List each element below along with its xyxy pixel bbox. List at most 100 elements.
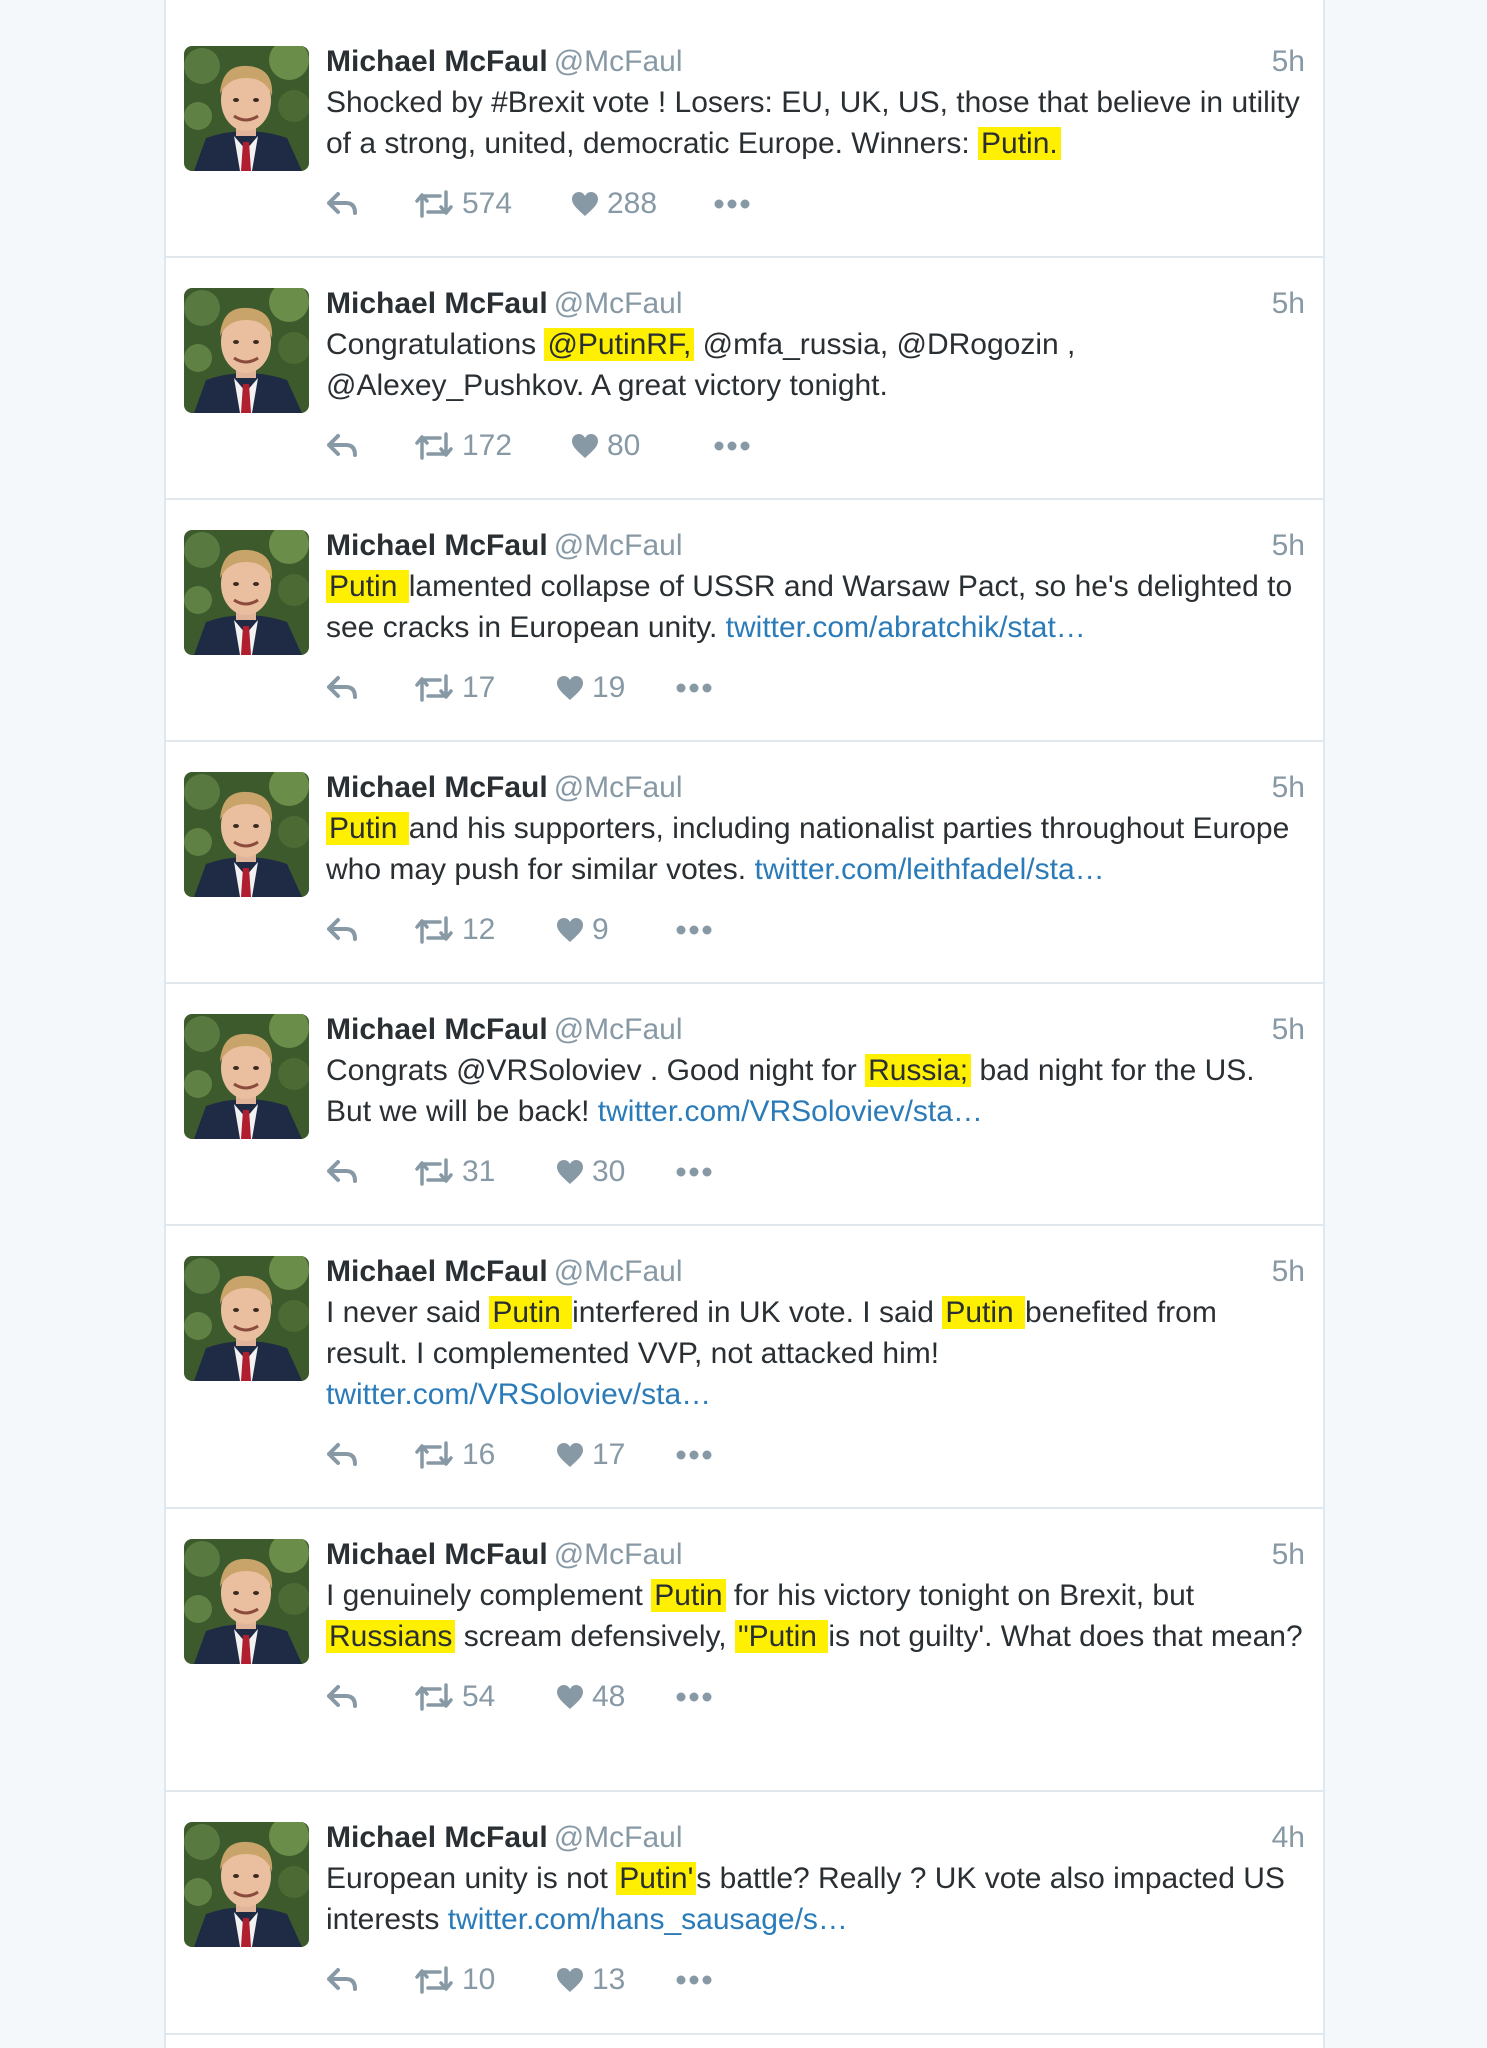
tweet-text-segment: Shocked by #Brexit vote ! Losers: EU, UK… [326,86,1300,160]
more-button[interactable] [676,1152,712,1192]
retweet-button[interactable]: 17 [414,668,495,708]
user-handle[interactable]: @McFaul [554,1538,683,1571]
avatar[interactable] [184,288,309,413]
more-button[interactable] [676,1677,712,1717]
tweet-header: Michael McFaul @McFaul 5h [326,1535,1305,1575]
user-handle[interactable]: @McFaul [554,287,683,320]
tweet-link[interactable]: twitter.com/hans_sausage/s… [448,1903,848,1936]
tweet[interactable]: Michael McFaul @McFaul 5h I genuinely compl… [166,1509,1323,1792]
tweet-header: Michael McFaul @McFaul 5h [326,1252,1305,1292]
more-button[interactable] [714,184,750,224]
more-button[interactable] [714,426,750,466]
more-button[interactable] [676,668,712,708]
tweet-text-segment: Congrats @VRSoloviev . Good night for [326,1054,866,1087]
tweet[interactable]: Michael McFaul @McFaul 5h I never said Puti… [166,1226,1323,1509]
retweet-button[interactable]: 16 [414,1435,495,1475]
reply-button[interactable] [326,668,358,708]
tweet-link[interactable]: twitter.com/VRSoloviev/sta… [326,1378,711,1411]
tweet-link[interactable]: twitter.com/VRSoloviev/sta… [598,1095,983,1128]
timestamp[interactable]: 5h [1272,768,1305,808]
timestamp[interactable]: 4h [1272,1818,1305,1858]
tweet[interactable]: Michael McFaul @McFaul 5h Congrats @VRSolov… [166,984,1323,1226]
like-count: 80 [607,429,641,462]
retweet-count: 54 [462,1680,496,1713]
highlighted-text: Putin. [978,127,1061,160]
like-button[interactable]: 19 [556,668,625,708]
tweet-content: Michael McFaul @McFaul 5h Shocked by #Brexi… [326,42,1305,224]
tweet-link[interactable]: twitter.com/leithfadel/sta… [754,853,1104,886]
like-button[interactable]: 80 [571,426,640,466]
tweet-actions: 31 30 [326,1152,1305,1192]
tweet-text-segment: interfered in UK vote. I said [572,1296,943,1329]
like-button[interactable]: 17 [556,1435,625,1475]
avatar[interactable] [184,46,309,171]
retweet-count: 16 [462,1438,496,1471]
timestamp[interactable]: 5h [1272,284,1305,324]
tweet-text: I genuinely complement Putin for his vic… [326,1575,1305,1657]
retweet-button[interactable]: 172 [414,426,512,466]
user-name[interactable]: Michael McFaul [326,1013,548,1046]
reply-button[interactable] [326,426,358,466]
reply-button[interactable] [326,1435,358,1475]
reply-button[interactable] [326,910,358,950]
retweet-icon [414,190,454,218]
more-button[interactable] [676,910,712,950]
retweet-button[interactable]: 12 [414,910,495,950]
heart-icon [556,675,584,701]
reply-icon [326,1967,358,1993]
tweet-link[interactable]: twitter.com/abratchik/stat… [726,611,1086,644]
like-button[interactable]: 13 [556,1960,625,2000]
avatar[interactable] [184,1539,309,1664]
retweet-button[interactable]: 10 [414,1960,495,2000]
user-handle[interactable]: @McFaul [554,771,683,804]
avatar[interactable] [184,530,309,655]
more-button[interactable] [676,1435,712,1475]
tweet[interactable]: Michael McFaul @McFaul 5h Congratulations @… [166,258,1323,500]
user-handle[interactable]: @McFaul [554,45,683,78]
tweet-header: Michael McFaul @McFaul 5h [326,1010,1305,1050]
tweet-text: Putin and his supporters, including nati… [326,808,1305,890]
retweet-button[interactable]: 574 [414,184,512,224]
user-name[interactable]: Michael McFaul [326,771,548,804]
avatar[interactable] [184,1822,309,1947]
user-handle[interactable]: @McFaul [554,1255,683,1288]
timestamp[interactable]: 5h [1272,42,1305,82]
user-handle[interactable]: @McFaul [554,529,683,562]
reply-button[interactable] [326,1960,358,2000]
retweet-button[interactable]: 31 [414,1152,495,1192]
reply-icon [326,917,358,943]
user-name[interactable]: Michael McFaul [326,1821,548,1854]
user-name[interactable]: Michael McFaul [326,1255,548,1288]
user-name[interactable]: Michael McFaul [326,1538,548,1571]
avatar[interactable] [184,772,309,897]
reply-button[interactable] [326,184,358,224]
user-name[interactable]: Michael McFaul [326,529,548,562]
like-button[interactable]: 288 [571,184,657,224]
tweet-header: Michael McFaul @McFaul 5h [326,42,1305,82]
tweet[interactable]: Michael McFaul @McFaul 5h Putin and his sup… [166,742,1323,984]
user-handle[interactable]: @McFaul [554,1013,683,1046]
tweet-text-segment: I never said [326,1296,490,1329]
timestamp[interactable]: 5h [1272,526,1305,566]
timestamp[interactable]: 5h [1272,1252,1305,1292]
timestamp[interactable]: 5h [1272,1010,1305,1050]
retweet-button[interactable]: 54 [414,1677,495,1717]
retweet-count: 12 [462,913,496,946]
user-name[interactable]: Michael McFaul [326,287,548,320]
user-name[interactable]: Michael McFaul [326,45,548,78]
tweet[interactable]: Michael McFaul @McFaul 5h Shocked by #Brexi… [166,16,1323,258]
avatar[interactable] [184,1256,309,1381]
timestamp[interactable]: 5h [1272,1535,1305,1575]
highlighted-text: @PutinRF, [544,328,695,361]
avatar[interactable] [184,1014,309,1139]
like-button[interactable]: 30 [556,1152,625,1192]
like-button[interactable]: 48 [556,1677,625,1717]
tweet-text: Putin lamented collapse of USSR and Wars… [326,566,1305,648]
more-button[interactable] [676,1960,712,2000]
tweet[interactable]: Michael McFaul @McFaul 4h European unity is… [166,1792,1323,2035]
reply-button[interactable] [326,1152,358,1192]
tweet[interactable]: Michael McFaul @McFaul 5h Putin lamented co… [166,500,1323,742]
reply-button[interactable] [326,1677,358,1717]
like-button[interactable]: 9 [556,910,609,950]
user-handle[interactable]: @McFaul [554,1821,683,1854]
